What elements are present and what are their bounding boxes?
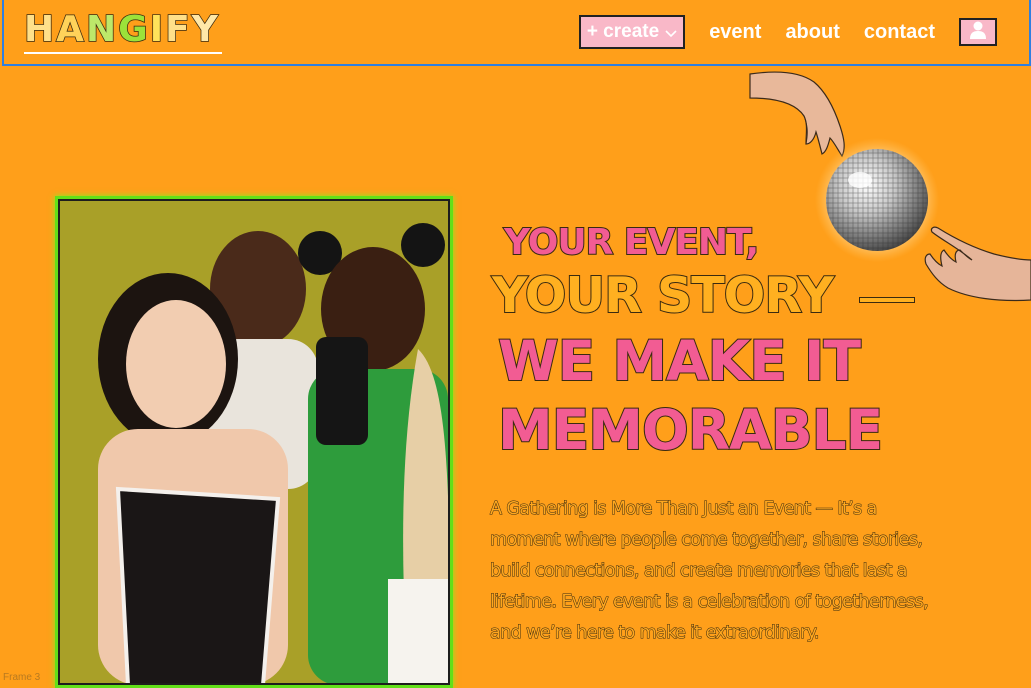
photo-inner-border [58, 199, 450, 685]
nav-link-about[interactable]: about [785, 21, 839, 44]
logo-letter: F [164, 9, 192, 51]
logo-letter: G [117, 9, 150, 51]
frame-label: Frame 3 [3, 672, 41, 683]
logo-letter: Y [191, 9, 220, 51]
headline-line-2: YOUR STORY [491, 267, 1012, 324]
page: HANGIFY + create event about contact YOU… [0, 0, 1031, 688]
headline-line-2-text: YOUR STORY [491, 267, 835, 324]
logo-letter: A [55, 9, 87, 51]
headline-line-3: WE MAKE IT [497, 329, 862, 393]
top-nav: HANGIFY + create event about contact [2, 0, 1031, 66]
nav-links: + create event about contact [578, 14, 997, 50]
hero-photo [55, 196, 453, 688]
create-label: + create [586, 21, 660, 42]
logo-letter: I [149, 9, 166, 51]
nav-link-contact[interactable]: contact [864, 21, 935, 44]
profile-button[interactable] [959, 18, 997, 46]
headline-line-4: MEMORABLE [497, 398, 884, 462]
create-dropdown-button[interactable]: + create [578, 15, 686, 49]
hero-description: A Gathering is More Than Just an Event —… [490, 499, 930, 644]
user-icon [969, 20, 987, 45]
nav-link-event[interactable]: event [709, 21, 761, 44]
chevron-down-icon [665, 27, 677, 41]
headline-line-1: YOUR EVENT, [503, 222, 760, 263]
logo-letter: N [85, 9, 119, 51]
hero-headline: YOUR EVENT, YOUR STORY WE MAKE IT MEMORA… [491, 222, 1012, 462]
hangify-logo[interactable]: HANGIFY [23, 9, 222, 54]
logo-letter: H [23, 9, 57, 51]
dash-decoration [858, 296, 915, 303]
